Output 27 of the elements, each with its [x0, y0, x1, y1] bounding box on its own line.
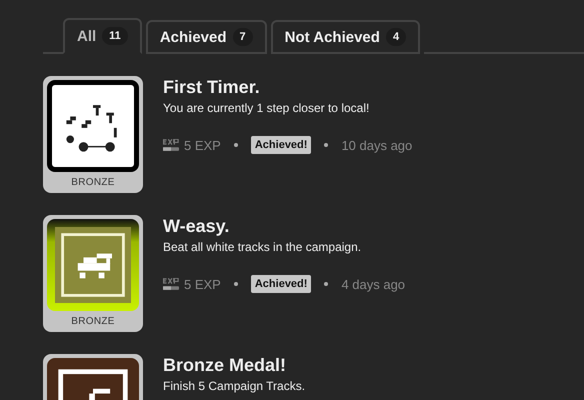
exp-icon	[163, 278, 179, 290]
achievement-description: Finish 5 Campaign Tracks.	[163, 379, 306, 393]
achieved-time: 4 days ago	[341, 276, 406, 292]
filter-tab[interactable]: All 11	[63, 18, 142, 54]
achievement-title: Bronze Medal!	[163, 355, 288, 376]
exp-amount: 5 EXP	[184, 276, 221, 292]
tier-label: BRONZE	[71, 177, 115, 188]
status-tag: Achieved!	[250, 136, 312, 154]
achieved-time: 10 days ago	[341, 138, 412, 152]
exp-icon	[163, 138, 179, 152]
status-tag: Achieved!	[250, 275, 312, 293]
tier-label: BRONZE	[71, 316, 115, 327]
separator-dot	[234, 143, 238, 147]
separator-dot	[234, 282, 238, 286]
count-badge: 4	[386, 28, 406, 46]
achievement-title: First Timer.	[163, 77, 261, 98]
achievement-description: You are currently 1 step closer to local!	[163, 101, 370, 115]
filter-tab[interactable]: Achieved 7	[146, 20, 267, 54]
filter-tab[interactable]: Not Achieved 4	[270, 20, 420, 54]
achievement-description: Beat all white tracks in the campaign.	[163, 240, 362, 254]
count-badge: 11	[102, 27, 128, 45]
cart-icon	[55, 227, 131, 303]
separator-dot	[324, 143, 328, 147]
count-badge: 7	[232, 28, 253, 46]
exp-amount: 5 EXP	[184, 138, 221, 152]
separator-dot	[324, 282, 328, 286]
achievement-title: W-easy.	[163, 216, 230, 237]
